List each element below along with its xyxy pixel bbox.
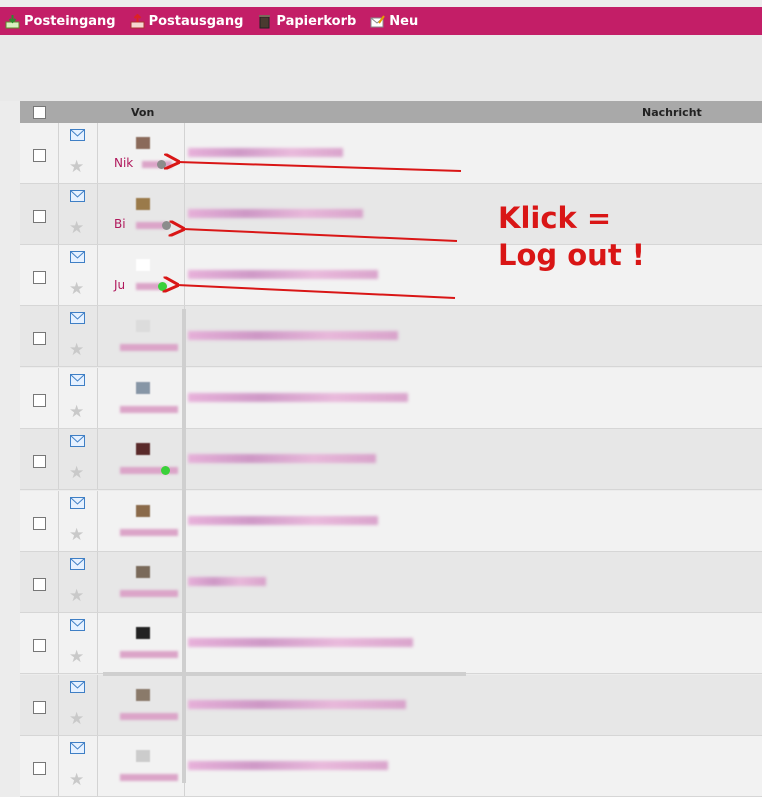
arrow-1: [178, 162, 462, 172]
arrow-2: [183, 229, 458, 242]
annotation-line-2: Log out !: [498, 238, 646, 272]
annotation-line-1: Klick =: [498, 201, 612, 235]
arrow-3: [177, 285, 456, 299]
annotation-arrows: [0, 0, 462, 299]
annotation-text: Klick = Log out !: [498, 200, 645, 274]
